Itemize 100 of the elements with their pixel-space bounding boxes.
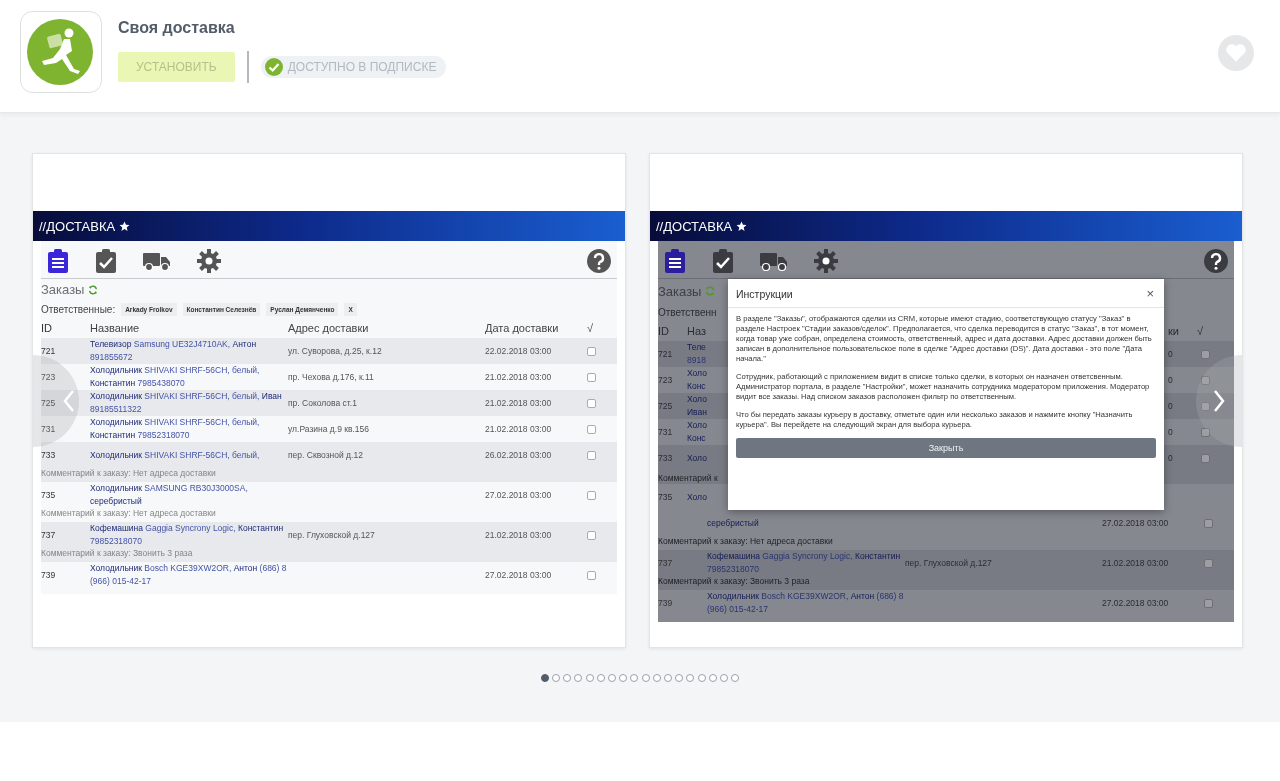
app-name: Своя доставка	[118, 19, 236, 37]
order-id: 723	[41, 372, 56, 382]
checkbox[interactable]	[587, 450, 596, 460]
order-comment: Комментарий к заказу: Звонить 3 раза	[41, 548, 193, 558]
order-name[interactable]: Холо	[687, 490, 707, 504]
order-id: 733	[658, 453, 673, 463]
checkbox[interactable]	[587, 424, 596, 434]
app-title: //ДОСТАВКА	[656, 218, 733, 234]
chevron-left-icon	[63, 389, 75, 413]
checkbox[interactable]	[587, 530, 596, 540]
checkbox[interactable]	[1200, 401, 1210, 411]
order-name[interactable]: Холо	[687, 419, 707, 432]
clipboard-list-icon[interactable]	[664, 249, 686, 273]
delivery-date: 21.02.2018 03:00	[485, 530, 552, 540]
order-id: 739	[658, 598, 673, 608]
checkbox[interactable]	[1204, 558, 1213, 568]
carousel-dot[interactable]	[663, 674, 672, 682]
checkbox[interactable]	[1204, 598, 1213, 608]
order-name[interactable]: серебристый	[707, 516, 905, 530]
carousel-dot[interactable]	[686, 674, 695, 682]
delivery-address: ул. Суворова, д.25, к.12	[288, 346, 382, 356]
checkbox[interactable]	[587, 346, 596, 356]
delivery-date: 0	[1168, 427, 1173, 437]
clipboard-list-icon[interactable]	[47, 249, 69, 273]
order-name[interactable]: Кофемашина Gaggia Syncrony Logic, Константин 79852318070	[707, 550, 905, 576]
filter-label: Ответственные:	[41, 304, 116, 315]
order-name[interactable]: 8918	[687, 354, 706, 367]
column-header: √	[1196, 325, 1203, 337]
chevron-right-icon	[1213, 389, 1225, 413]
favorite-button[interactable]	[1218, 35, 1254, 71]
order-name[interactable]: Теле	[687, 341, 706, 354]
help-icon[interactable]	[587, 249, 611, 273]
carousel-dot[interactable]	[652, 674, 661, 682]
checkbox[interactable]	[1200, 375, 1210, 385]
delivery-date: 22.02.2018 03:00	[485, 346, 552, 356]
help-icon[interactable]	[1204, 249, 1228, 273]
order-name[interactable]: Холодильник SHIVAKI SHRF-56CH, белый, Константин 7985438070	[90, 364, 288, 390]
order-id: 737	[658, 558, 673, 568]
order-name[interactable]: Холо	[687, 451, 707, 465]
carousel-dot[interactable]	[596, 674, 605, 682]
order-name[interactable]: Иван	[687, 406, 707, 419]
delivery-date: 0	[1168, 453, 1173, 463]
checkbox[interactable]	[587, 398, 596, 408]
order-name[interactable]: Холо	[687, 367, 707, 380]
order-name[interactable]: Телевизор Samsung UE32J4710AK, Антон 891855672	[90, 338, 288, 364]
carousel-dot[interactable]	[697, 674, 706, 682]
checkbox[interactable]	[1200, 453, 1210, 463]
order-name[interactable]: Конс	[687, 380, 707, 393]
star-icon[interactable]	[119, 220, 131, 232]
column-header: Наз	[687, 325, 706, 337]
checkbox[interactable]	[1200, 427, 1210, 437]
refresh-icon[interactable]	[88, 284, 99, 295]
delivery-date: 0	[1168, 349, 1173, 359]
settings-icon[interactable]	[197, 249, 221, 273]
carousel-dot[interactable]	[641, 674, 650, 682]
checkbox[interactable]	[1204, 518, 1213, 528]
checkbox[interactable]	[587, 372, 596, 382]
truck-icon[interactable]	[143, 251, 171, 271]
checkbox[interactable]	[587, 490, 596, 500]
carousel-dot[interactable]	[619, 674, 628, 682]
carousel-dot[interactable]	[719, 674, 728, 682]
order-name[interactable]: Холодильник SHIVAKI SHRF-56CH, белый, Константин 79852318070	[90, 416, 288, 442]
order-name[interactable]: Холо	[687, 393, 707, 406]
section-title: Заказы	[658, 283, 702, 299]
order-name[interactable]: Холодильник SAMSUNG RB30J3000SA, серебристый	[90, 482, 288, 508]
order-id: 735	[41, 490, 56, 500]
carousel-dot[interactable]	[540, 674, 549, 682]
delivery-date: 0	[1168, 375, 1173, 385]
delivery-date: 21.02.2018 03:00	[1102, 558, 1169, 568]
carousel-dot[interactable]	[708, 674, 717, 682]
carousel-dot[interactable]	[574, 674, 583, 682]
clipboard-check-icon[interactable]	[712, 249, 734, 273]
order-name[interactable]: Холодильник SHIVAKI SHRF-56CH, белый, Иван 89185511322	[90, 390, 288, 416]
order-name[interactable]: Холодильник SHIVAKI SHRF-56CH, белый,	[90, 448, 288, 462]
order-id: 723	[658, 375, 673, 385]
order-name[interactable]: Конс	[687, 432, 707, 445]
close-button[interactable]: ×	[1146, 287, 1154, 300]
order-comment: Комментарий к заказу: Нет адреса доставки	[658, 536, 833, 546]
section-title: Заказы	[41, 282, 85, 297]
checkbox[interactable]	[587, 570, 596, 580]
carousel-dot[interactable]	[731, 674, 740, 682]
next-slide-button[interactable]	[1196, 355, 1242, 447]
carousel-dot[interactable]	[608, 674, 617, 682]
delivery-date: 0	[1168, 401, 1173, 411]
carousel-dot[interactable]	[630, 674, 639, 682]
checkbox[interactable]	[1200, 349, 1210, 359]
carousel-dot[interactable]	[675, 674, 684, 682]
carousel-dot[interactable]	[563, 674, 572, 682]
close-dialog-button[interactable]: Закрыть	[736, 438, 1156, 458]
order-id: 731	[41, 424, 56, 434]
settings-icon[interactable]	[814, 249, 838, 273]
truck-icon[interactable]	[760, 251, 788, 271]
order-name[interactable]: Холодильник Bosch KGE39XW2OR, Антон (686) 8 (966) 015-42-17	[90, 562, 288, 588]
order-name[interactable]: Кофемашина Gaggia Syncrony Logic, Константин 79852318070	[90, 522, 288, 548]
dialog-title: Инструкции	[736, 287, 793, 300]
order-name[interactable]: Холодильник Bosch KGE39XW2OR, Антон (686) 8 (966) 015-42-17	[707, 590, 905, 616]
star-icon[interactable]	[736, 220, 748, 232]
carousel-dot[interactable]	[585, 674, 594, 682]
carousel-dot[interactable]	[552, 674, 561, 682]
clipboard-check-icon[interactable]	[95, 249, 117, 273]
